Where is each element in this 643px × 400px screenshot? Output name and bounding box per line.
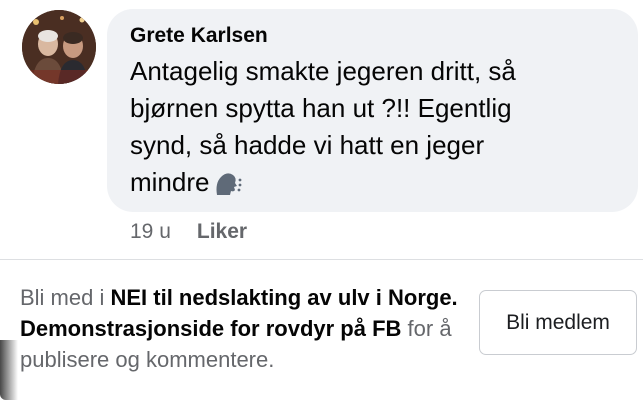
comment-item: Grete Karlsen Antagelig smakte jegeren d…	[0, 0, 643, 258]
comment-author[interactable]: Grete Karlsen	[130, 23, 616, 49]
comment-bubble: Grete Karlsen Antagelig smakte jegeren d…	[107, 9, 638, 212]
screen-corner-shadow	[0, 340, 18, 400]
speaking-head-emoji-icon	[213, 169, 243, 207]
comment-meta: 19 u Liker	[130, 220, 247, 244]
facebook-comment-screen: Grete Karlsen Antagelig smakte jegeren d…	[0, 0, 643, 400]
comment-text-container: Antagelig smakte jegeren dritt, så bjørn…	[130, 53, 570, 207]
join-group-panel: Bli med i NEI til nedslakting av ulv i N…	[0, 260, 643, 400]
join-group-button[interactable]: Bli medlem	[479, 290, 637, 355]
join-group-text: Bli med i NEI til nedslakting av ulv i N…	[20, 282, 460, 375]
comment-timestamp[interactable]: 19 u	[130, 220, 171, 244]
like-button[interactable]: Liker	[197, 220, 247, 244]
comment-text: Antagelig smakte jegeren dritt, så bjørn…	[130, 56, 516, 197]
avatar[interactable]	[22, 10, 96, 84]
join-prefix: Bli med i	[20, 285, 111, 310]
avatar-photo-icon	[22, 10, 96, 84]
